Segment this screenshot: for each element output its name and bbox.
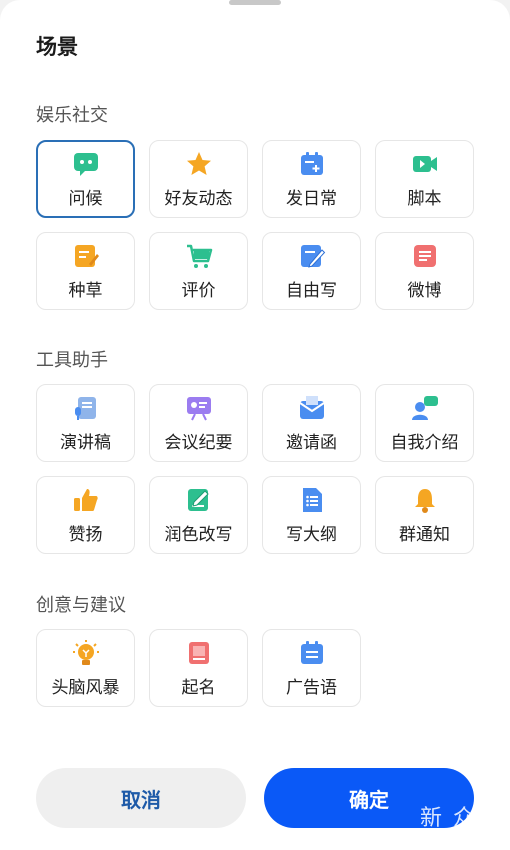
scene-tile-label: 微博 [407,280,442,301]
edit-square-icon [185,486,213,514]
lightbulb-icon [72,639,100,667]
scene-tile-label: 好友动态 [164,188,233,209]
scene-tile-label: 润色改写 [164,524,233,545]
scene-tile-label: 种草 [68,280,103,301]
scene-tile-label: 头脑风暴 [51,677,120,698]
scene-tile-polish-rewrite[interactable]: 润色改写 [149,476,248,554]
scene-tile-self-intro[interactable]: 自我介绍 [375,384,474,462]
note-edit-icon [72,242,100,270]
scroll-mic-icon [72,394,100,422]
scene-tile-daily-post[interactable]: 发日常 [262,140,361,218]
name-card-icon [185,639,213,667]
document-lines-icon [411,242,439,270]
scene-tile-label: 发日常 [286,188,337,209]
video-camera-icon [411,150,439,178]
outline-doc-icon [298,486,326,514]
scene-tile-praise[interactable]: 赞扬 [36,476,135,554]
scene-tile-label: 演讲稿 [60,432,111,453]
chat-bubble-icon [72,150,100,178]
section-label-entertainment: 娱乐社交 [36,105,108,126]
section-label-tools: 工具助手 [36,350,108,371]
scene-tile-weibo[interactable]: 微博 [375,232,474,310]
section-grid-tools: 演讲稿 会议纪要 邀请函 自我介绍 赞扬 润色改写 写大纲 群通知 [36,384,474,554]
calendar-add-icon [298,150,326,178]
scene-tile-label: 广告语 [286,677,337,698]
pen-paper-icon [298,242,326,270]
scene-tile-friend-updates[interactable]: 好友动态 [149,140,248,218]
scene-tile-label: 问候 [68,188,103,209]
drag-handle[interactable] [229,0,281,5]
scene-tile-label: 群通知 [399,524,450,545]
scene-tile-recommend[interactable]: 种草 [36,232,135,310]
scene-tile-label: 自由写 [286,280,337,301]
cancel-button[interactable]: 取消 [36,768,246,828]
watermark: 新 众测 [420,806,501,831]
thumbs-up-icon [72,486,100,514]
scene-tile-greeting[interactable]: 问候 [36,140,135,218]
scene-tile-script[interactable]: 脚本 [375,140,474,218]
person-speech-icon [411,394,439,422]
presentation-board-icon [185,394,213,422]
section-grid-entertainment: 问候 好友动态 发日常 脚本 种草 评价 自由写 微博 [36,140,474,310]
scene-tile-label: 赞扬 [68,524,103,545]
scene-tile-speech[interactable]: 演讲稿 [36,384,135,462]
scene-tile-meeting-minutes[interactable]: 会议纪要 [149,384,248,462]
sheet-title: 场景 [36,35,78,59]
scene-tile-label: 评价 [181,280,216,301]
scene-tile-label: 自我介绍 [390,432,459,453]
scene-tile-brainstorm[interactable]: 头脑风暴 [36,629,135,707]
calendar-note-icon [298,639,326,667]
envelope-icon [298,394,326,422]
scene-tile-invitation[interactable]: 邀请函 [262,384,361,462]
scene-tile-free-write[interactable]: 自由写 [262,232,361,310]
bell-icon [411,486,439,514]
scene-tile-outline[interactable]: 写大纲 [262,476,361,554]
scene-sheet: 场景 娱乐社交 问候 好友动态 发日常 脚本 种草 评价 自由写 微博 工具助手… [0,0,510,850]
scene-tile-label: 起名 [181,677,216,698]
section-grid-creative: 头脑风暴 起名 广告语 [36,629,474,707]
scene-tile-label: 会议纪要 [164,432,233,453]
star-icon [185,150,213,178]
scene-tile-label: 写大纲 [286,524,337,545]
scene-tile-group-notice[interactable]: 群通知 [375,476,474,554]
section-label-creative: 创意与建议 [36,595,126,616]
scene-tile-naming[interactable]: 起名 [149,629,248,707]
scene-tile-label: 脚本 [407,188,442,209]
scene-tile-label: 邀请函 [286,432,337,453]
scene-tile-review[interactable]: 评价 [149,232,248,310]
shopping-cart-icon [185,242,213,270]
scene-tile-slogan[interactable]: 广告语 [262,629,361,707]
